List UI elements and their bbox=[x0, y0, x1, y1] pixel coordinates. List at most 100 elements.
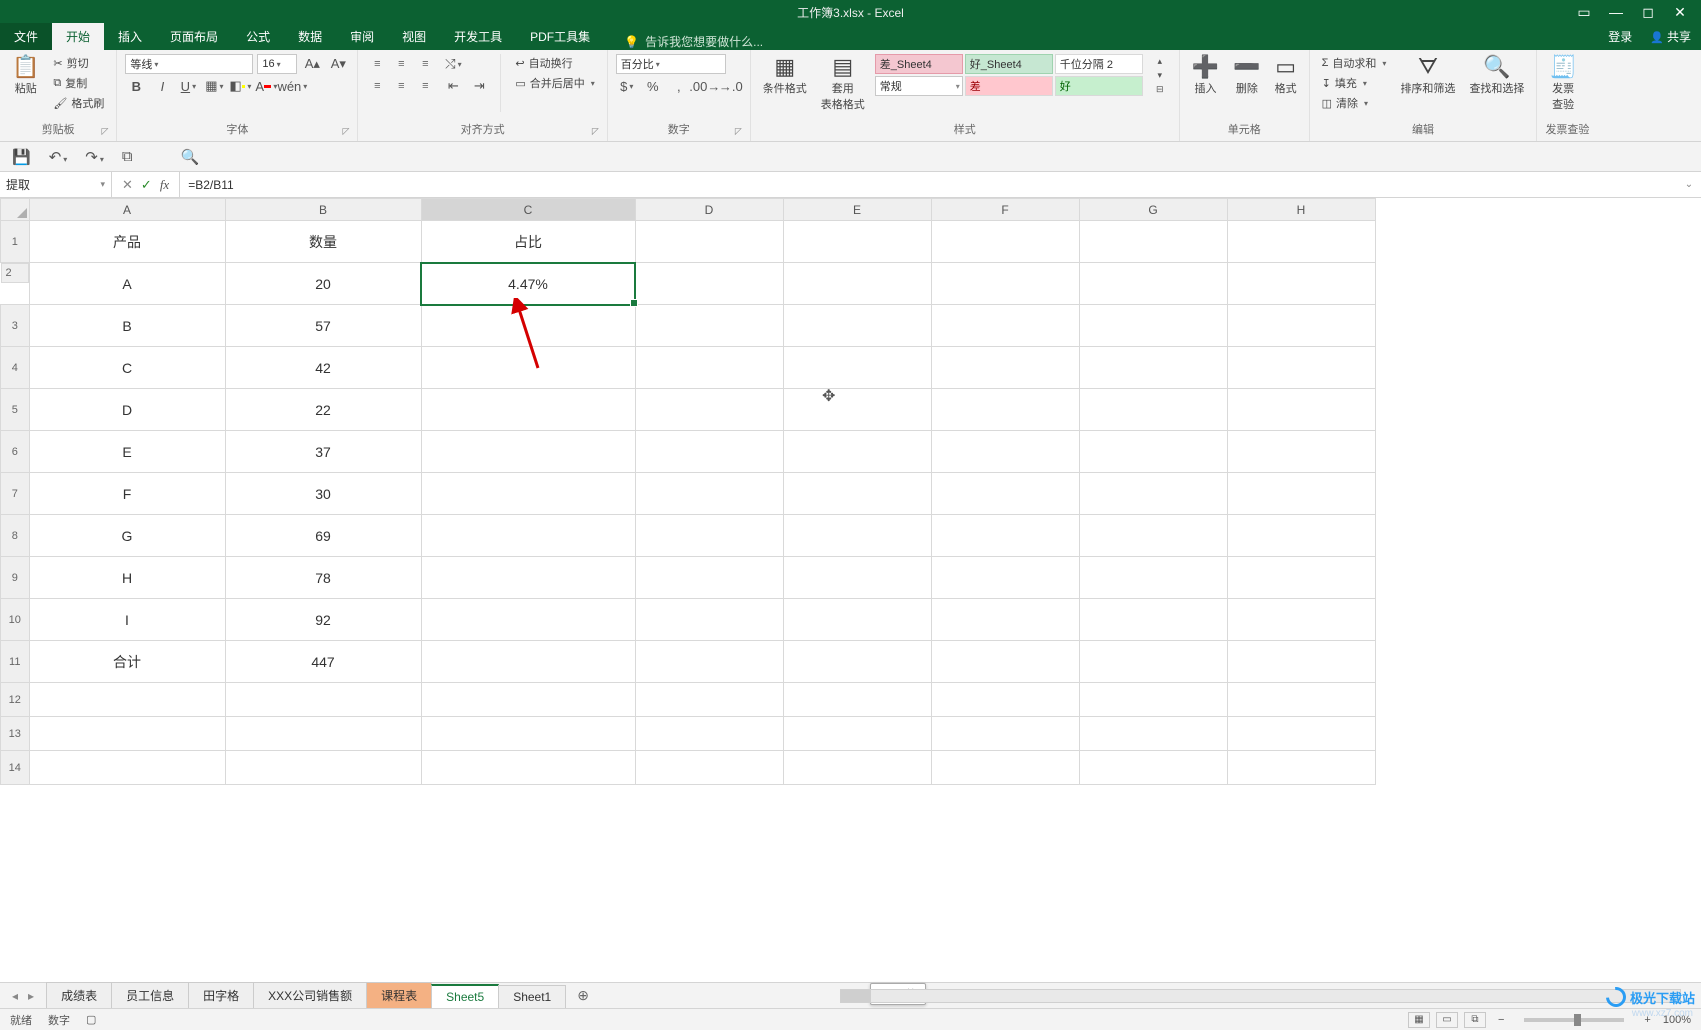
cell[interactable]: 22 bbox=[225, 389, 421, 431]
print-preview-icon[interactable]: 🔍 bbox=[181, 148, 200, 166]
sheet-tab[interactable]: 员工信息 bbox=[111, 982, 189, 1008]
cell[interactable] bbox=[931, 221, 1079, 263]
row-header[interactable]: 12 bbox=[1, 683, 30, 717]
qat-touch-icon[interactable]: ⧉ bbox=[122, 148, 133, 165]
sheet-tab[interactable]: Sheet5 bbox=[431, 984, 499, 1008]
row-header[interactable]: 7 bbox=[1, 473, 30, 515]
cell[interactable] bbox=[1227, 717, 1375, 751]
increase-font-icon[interactable]: A▴ bbox=[301, 54, 323, 74]
tab-insert[interactable]: 插入 bbox=[104, 23, 156, 50]
cell[interactable] bbox=[1079, 557, 1227, 599]
cell[interactable] bbox=[783, 717, 931, 751]
normal-view-icon[interactable]: ▦ bbox=[1408, 1012, 1430, 1028]
cell[interactable] bbox=[783, 221, 931, 263]
decrease-indent-icon[interactable]: ⇤ bbox=[442, 76, 464, 96]
sheet-tab[interactable]: XXX公司销售额 bbox=[253, 982, 367, 1008]
accounting-format-icon[interactable]: $ bbox=[616, 76, 638, 96]
cell[interactable]: 30 bbox=[225, 473, 421, 515]
cell[interactable] bbox=[931, 473, 1079, 515]
cell[interactable]: 57 bbox=[225, 305, 421, 347]
cell[interactable] bbox=[783, 751, 931, 785]
cell[interactable]: E bbox=[29, 431, 225, 473]
cell[interactable] bbox=[1227, 389, 1375, 431]
login-link[interactable]: 登录 bbox=[1608, 28, 1632, 45]
select-all-corner[interactable] bbox=[1, 199, 30, 221]
cell[interactable] bbox=[1079, 389, 1227, 431]
cell[interactable]: A bbox=[29, 263, 225, 305]
cell[interactable] bbox=[635, 599, 783, 641]
cell[interactable] bbox=[783, 473, 931, 515]
row-header[interactable]: 13 bbox=[1, 717, 30, 751]
cell[interactable]: 447 bbox=[225, 641, 421, 683]
maximize-icon[interactable]: ◻ bbox=[1641, 5, 1655, 19]
find-select-button[interactable]: 🔍查找和选择 bbox=[1465, 54, 1528, 98]
cell[interactable] bbox=[421, 599, 635, 641]
autosum-button[interactable]: Σ自动求和 bbox=[1318, 54, 1391, 72]
alignment-launcher-icon[interactable]: ◸ bbox=[592, 126, 599, 137]
cell[interactable] bbox=[225, 683, 421, 717]
cell[interactable]: 37 bbox=[225, 431, 421, 473]
row-header[interactable]: 14 bbox=[1, 751, 30, 785]
cell[interactable] bbox=[1079, 473, 1227, 515]
redo-icon[interactable]: ↷ bbox=[85, 148, 104, 166]
cell[interactable] bbox=[1079, 515, 1227, 557]
cell[interactable]: D bbox=[29, 389, 225, 431]
cell[interactable]: G bbox=[29, 515, 225, 557]
col-header-G[interactable]: G bbox=[1079, 199, 1227, 221]
format-as-table-button[interactable]: ▤套用 表格格式 bbox=[817, 54, 869, 114]
border-icon[interactable]: ▦ bbox=[203, 76, 225, 96]
cell[interactable] bbox=[1079, 347, 1227, 389]
sheet-nav-first-icon[interactable]: ◂ bbox=[12, 989, 18, 1003]
page-break-view-icon[interactable]: ⧉ bbox=[1464, 1012, 1486, 1028]
cell[interactable] bbox=[783, 641, 931, 683]
row-header[interactable]: 4 bbox=[1, 347, 30, 389]
col-header-C[interactable]: C bbox=[421, 199, 635, 221]
delete-cells-button[interactable]: ➖删除 bbox=[1229, 54, 1264, 98]
horizontal-scrollbar[interactable] bbox=[840, 989, 1681, 1003]
col-header-H[interactable]: H bbox=[1227, 199, 1375, 221]
font-color-icon[interactable]: A bbox=[255, 76, 277, 96]
cell[interactable] bbox=[1079, 263, 1227, 305]
cell[interactable] bbox=[931, 515, 1079, 557]
macro-record-icon[interactable]: ▢ bbox=[86, 1013, 96, 1026]
cell[interactable]: C bbox=[29, 347, 225, 389]
cell[interactable] bbox=[421, 717, 635, 751]
expand-formula-bar-icon[interactable]: ⌄ bbox=[1677, 172, 1701, 197]
spreadsheet-grid[interactable]: A B C D E F G H 1产品数量占比2A204.47%3B574C42… bbox=[0, 198, 1701, 982]
number-format-select[interactable]: 百分比 bbox=[616, 54, 726, 74]
cell[interactable] bbox=[421, 347, 635, 389]
tab-view[interactable]: 视图 bbox=[388, 23, 440, 50]
minimize-icon[interactable]: — bbox=[1609, 5, 1623, 19]
col-header-B[interactable]: B bbox=[225, 199, 421, 221]
clear-button[interactable]: ◫清除 bbox=[1318, 94, 1391, 112]
styles-more-icon[interactable]: ⊟ bbox=[1149, 82, 1171, 96]
cell[interactable] bbox=[421, 683, 635, 717]
cell[interactable] bbox=[421, 473, 635, 515]
cell[interactable]: 产品 bbox=[29, 221, 225, 263]
cell[interactable] bbox=[225, 751, 421, 785]
decrease-font-icon[interactable]: A▾ bbox=[327, 54, 349, 74]
align-top-icon[interactable]: ≡ bbox=[366, 54, 388, 74]
col-header-A[interactable]: A bbox=[29, 199, 225, 221]
share-button[interactable]: 👤 共享 bbox=[1650, 28, 1691, 45]
cell[interactable] bbox=[225, 717, 421, 751]
cell-styles-gallery[interactable]: 差_Sheet4 好_Sheet4 千位分隔 2 常规▾ 差 好 bbox=[875, 54, 1143, 96]
cell[interactable] bbox=[29, 683, 225, 717]
tab-developer[interactable]: 开发工具 bbox=[440, 23, 516, 50]
cell[interactable] bbox=[635, 751, 783, 785]
font-size-select[interactable]: 16 bbox=[257, 54, 297, 74]
cell[interactable] bbox=[1227, 683, 1375, 717]
tab-home[interactable]: 开始 bbox=[52, 23, 104, 50]
sheet-tab[interactable]: Sheet1 bbox=[498, 985, 566, 1008]
column-headers[interactable]: A B C D E F G H bbox=[1, 199, 1376, 221]
cell[interactable] bbox=[931, 389, 1079, 431]
cell[interactable] bbox=[635, 263, 783, 305]
cell[interactable] bbox=[1079, 221, 1227, 263]
style-good[interactable]: 好 bbox=[1055, 76, 1143, 96]
cell[interactable]: I bbox=[29, 599, 225, 641]
sheet-tab[interactable]: 田字格 bbox=[188, 982, 254, 1008]
style-good-sheet4[interactable]: 好_Sheet4 bbox=[965, 54, 1053, 74]
styles-scroll-down-icon[interactable]: ▾ bbox=[1149, 68, 1171, 82]
formula-input[interactable]: =B2/B11 bbox=[180, 172, 1677, 197]
cell[interactable]: 78 bbox=[225, 557, 421, 599]
